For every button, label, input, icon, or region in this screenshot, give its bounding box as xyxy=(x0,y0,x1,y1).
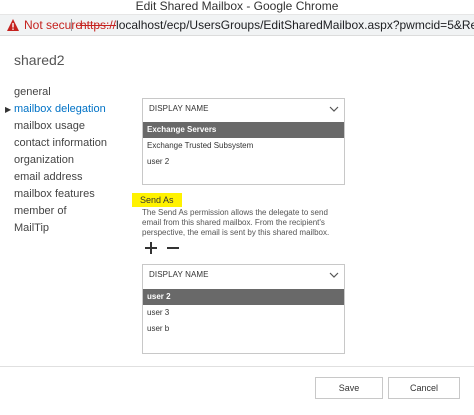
footer-divider xyxy=(0,366,474,367)
row-label: user 2 xyxy=(147,157,170,166)
nav-item-label: email address xyxy=(14,171,83,183)
nav-item-general[interactable]: general xyxy=(14,84,107,101)
row-label: user 2 xyxy=(147,292,171,301)
list-row[interactable]: user b xyxy=(143,321,344,337)
nav-item-label: contact information xyxy=(14,137,107,149)
chevron-down-icon xyxy=(329,272,339,278)
column-header-label: DISPLAY NAME xyxy=(149,270,209,279)
list-row[interactable]: user 3 xyxy=(143,305,344,321)
nav-item-mailbox-delegation[interactable]: ▶ mailbox delegation xyxy=(5,101,107,118)
nav-item-contact-information[interactable]: contact information xyxy=(14,135,107,152)
column-header-label: DISPLAY NAME xyxy=(149,104,209,113)
list-header-display-name[interactable]: DISPLAY NAME xyxy=(143,265,344,285)
sidebar-nav: general ▶ mailbox delegation mailbox usag… xyxy=(5,84,107,237)
list-rows: Exchange Servers Exchange Trusted Subsys… xyxy=(143,122,344,170)
nav-item-member-of[interactable]: member of xyxy=(14,203,107,220)
nav-item-label: mailbox features xyxy=(14,188,95,200)
plus-icon[interactable] xyxy=(144,241,158,255)
window-title-bar: Edit Shared Mailbox - Google Chrome xyxy=(0,0,474,15)
nav-item-email-address[interactable]: email address xyxy=(14,169,107,186)
address-separator xyxy=(71,19,72,31)
url-path: localhost/ecp/UsersGroups/EditSharedMail… xyxy=(116,18,474,32)
send-as-list[interactable]: DISPLAY NAME user 2 user 3 user b xyxy=(142,264,345,354)
nav-item-mailbox-usage[interactable]: mailbox usage xyxy=(14,118,107,135)
save-button[interactable]: Save xyxy=(315,377,383,399)
nav-item-label: mailbox delegation xyxy=(14,103,106,115)
row-label: Exchange Servers xyxy=(147,125,217,134)
nav-item-label: member of xyxy=(14,205,67,217)
list-row[interactable]: Exchange Trusted Subsystem xyxy=(143,138,344,154)
full-access-list[interactable]: DISPLAY NAME Exchange Servers Exchange T… xyxy=(142,98,345,185)
url-text[interactable]: https://localhost/ecp/UsersGroups/EditSh… xyxy=(80,15,474,35)
nav-item-label: mailbox usage xyxy=(14,120,85,132)
chevron-down-icon xyxy=(329,106,339,112)
nav-item-mailtip[interactable]: MailTip xyxy=(14,220,107,237)
nav-item-label: organization xyxy=(14,154,74,166)
list-row[interactable]: user 2 xyxy=(143,289,344,305)
list-header-display-name[interactable]: DISPLAY NAME xyxy=(143,99,344,119)
nav-item-label: general xyxy=(14,86,51,98)
list-row[interactable]: Exchange Servers xyxy=(143,122,344,138)
row-label: user 3 xyxy=(147,308,170,317)
row-label: user b xyxy=(147,324,170,333)
mailbox-title: shared2 xyxy=(14,52,65,68)
address-bar[interactable]: Not secure https://localhost/ecp/UsersGr… xyxy=(0,15,474,36)
window-title: Edit Shared Mailbox - Google Chrome xyxy=(135,0,339,13)
minus-icon[interactable] xyxy=(166,241,180,255)
row-label: Exchange Trusted Subsystem xyxy=(147,141,254,150)
cancel-button[interactable]: Cancel xyxy=(388,377,460,399)
send-as-title: Send As xyxy=(132,193,182,207)
url-scheme: https:// xyxy=(80,18,117,32)
active-bullet-icon: ▶ xyxy=(5,105,12,114)
nav-item-mailbox-features[interactable]: mailbox features xyxy=(14,186,107,203)
nav-item-organization[interactable]: organization xyxy=(14,152,107,169)
warning-triangle-icon xyxy=(7,19,19,31)
send-as-description: The Send As permission allows the delega… xyxy=(142,208,330,237)
not-secure-label[interactable]: Not secure xyxy=(24,15,82,35)
send-as-toolbar xyxy=(144,241,184,257)
list-row[interactable]: user 2 xyxy=(143,154,344,170)
list-rows: user 2 user 3 user b xyxy=(143,289,344,337)
nav-item-label: MailTip xyxy=(14,222,50,234)
